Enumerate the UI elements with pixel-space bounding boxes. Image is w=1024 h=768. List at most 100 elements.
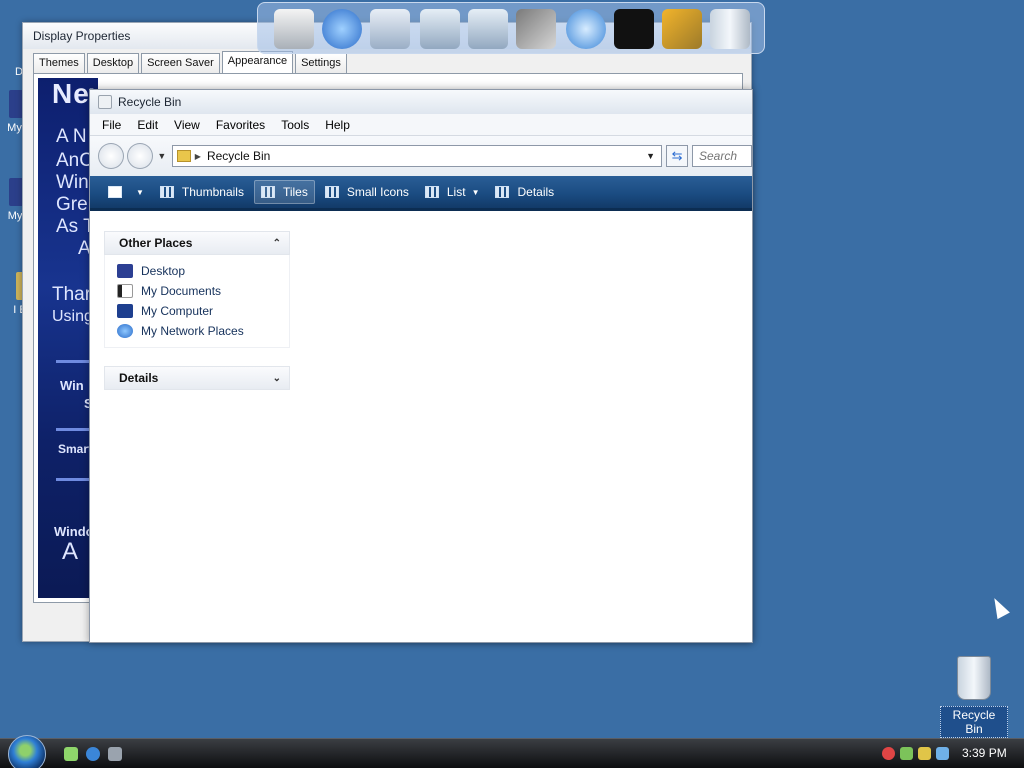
globe-icon	[322, 9, 362, 49]
dock-item-music[interactable]	[418, 7, 462, 53]
menu-view[interactable]: View	[166, 118, 208, 132]
menu-file[interactable]: File	[94, 118, 129, 132]
desktop-icon	[117, 264, 133, 278]
small-icons-icon	[324, 186, 339, 198]
taskbar: 3:39 PM	[0, 735, 1024, 768]
preview-text-line: A	[62, 538, 79, 565]
view-details-button[interactable]: Details	[489, 180, 560, 204]
chevron-down-icon: ▼	[471, 187, 480, 197]
clock[interactable]: 3:39 PM	[962, 746, 1007, 760]
preview-text-line: Gre	[56, 194, 88, 215]
mouse-cursor-icon	[988, 594, 1010, 620]
desktop-recycle-bin-label: Recycle Bin	[940, 706, 1008, 738]
view-label: Details	[517, 185, 555, 199]
address-bar[interactable]: ▶ Recycle Bin ▼	[171, 145, 663, 167]
tools-icon	[516, 9, 556, 49]
dock-item-network[interactable]	[320, 7, 364, 53]
panel-title: Other Places	[119, 236, 193, 250]
menu-favorites[interactable]: Favorites	[208, 118, 273, 132]
navigation-bar: ▼ ▶ Recycle Bin ▼ ⇆	[90, 136, 752, 176]
search-input[interactable]	[692, 145, 752, 167]
details-icon	[495, 186, 510, 198]
dock-item-documents[interactable]	[368, 7, 412, 53]
view-small-icons-button[interactable]: Small Icons	[319, 180, 415, 204]
menu-help[interactable]: Help	[317, 118, 358, 132]
forward-button[interactable]	[126, 143, 153, 169]
place-my-computer[interactable]: My Computer	[117, 301, 289, 321]
dock-item-recycle-bin[interactable]	[708, 7, 752, 53]
preview-text-line: Thar	[52, 284, 92, 305]
menu-tools[interactable]: Tools	[273, 118, 317, 132]
other-places-header[interactable]: Other Places ⌃	[104, 231, 290, 255]
tray-app-icon[interactable]	[918, 747, 931, 760]
chevron-down-icon[interactable]: ⌄	[273, 373, 281, 384]
preview-text-line: AnC	[56, 150, 93, 171]
start-button[interactable]	[8, 735, 46, 768]
tshirt-icon	[614, 9, 654, 49]
address-text: Recycle Bin	[206, 149, 271, 163]
icon-dock	[257, 2, 765, 54]
details-panel: Details ⌄	[104, 366, 290, 390]
tab-screen-saver[interactable]: Screen Saver	[141, 53, 220, 73]
chevron-down-icon[interactable]: ▼	[646, 151, 655, 161]
menu-edit[interactable]: Edit	[129, 118, 166, 132]
tab-settings[interactable]: Settings	[295, 53, 347, 73]
other-places-list: Desktop My Documents My Computer My Netw…	[104, 255, 290, 348]
network-icon	[117, 324, 133, 338]
back-button[interactable]	[98, 143, 124, 169]
dock-item-settings[interactable]	[660, 7, 704, 53]
place-my-documents[interactable]: My Documents	[117, 281, 289, 301]
recycle-bin-window[interactable]: Recycle Bin File Edit View Favorites Too…	[89, 89, 753, 643]
refresh-button[interactable]: ⇆	[666, 145, 688, 167]
preview-text-line: A N	[56, 126, 87, 147]
view-tiles-button[interactable]: Tiles	[253, 180, 315, 204]
place-label: My Computer	[141, 304, 214, 318]
preview-text-line: Win	[56, 172, 89, 193]
view-label: List	[446, 185, 466, 199]
desktop-recycle-bin[interactable]: Recycle Bin	[940, 656, 1008, 738]
pane-icon	[108, 186, 122, 198]
show-desktop-icon[interactable]	[64, 747, 78, 761]
chevron-right-icon: ▶	[194, 151, 201, 161]
view-list-button[interactable]: List ▼	[419, 180, 486, 204]
file-pane[interactable]: Other Places ⌃ Desktop My Documents My C…	[90, 211, 752, 642]
place-desktop[interactable]: Desktop	[117, 261, 289, 281]
details-header[interactable]: Details ⌄	[104, 366, 290, 390]
media-icon[interactable]	[108, 747, 122, 761]
computer-icon	[274, 9, 314, 49]
ie-icon[interactable]	[86, 747, 100, 761]
dock-item-themes[interactable]	[612, 7, 656, 53]
folder-pictures-icon	[468, 9, 508, 49]
place-my-network-places[interactable]: My Network Places	[117, 321, 289, 341]
tiles-icon	[260, 186, 275, 198]
thumbnails-icon	[159, 186, 174, 198]
recycle-bin-icon	[710, 9, 750, 49]
volume-icon[interactable]	[936, 747, 949, 760]
preview-text-line: Smart	[58, 442, 93, 456]
view-label: Tiles	[282, 185, 308, 199]
place-label: My Documents	[141, 284, 222, 298]
security-alert-icon[interactable]	[882, 747, 895, 760]
dock-item-internet[interactable]	[564, 7, 608, 53]
documents-icon	[117, 284, 133, 298]
chevron-up-icon[interactable]: ⌃	[273, 238, 281, 249]
tab-desktop[interactable]: Desktop	[86, 53, 140, 73]
dock-item-pictures[interactable]	[466, 7, 510, 53]
other-places-panel: Other Places ⌃ Desktop My Documents My C…	[104, 231, 290, 348]
computer-icon	[117, 304, 133, 318]
recent-pages-dropdown[interactable]: ▼	[156, 151, 168, 161]
pane-toggle-button[interactable]: ▼	[102, 180, 150, 204]
recycle-bin-title-bar[interactable]: Recycle Bin	[90, 90, 752, 114]
preview-text-line: Win	[60, 378, 84, 393]
tab-themes[interactable]: Themes	[33, 53, 85, 73]
recycle-bin-icon	[957, 656, 991, 700]
network-icon[interactable]	[900, 747, 913, 760]
dock-item-tools[interactable]	[514, 7, 558, 53]
view-thumbnails-button[interactable]: Thumbnails	[154, 180, 250, 204]
folder-icon	[370, 9, 410, 49]
dock-item-computer[interactable]	[272, 7, 316, 53]
recycle-bin-icon	[98, 95, 112, 109]
tab-appearance[interactable]: Appearance	[221, 51, 294, 73]
place-label: My Network Places	[141, 324, 244, 338]
folder-icon	[176, 150, 191, 162]
